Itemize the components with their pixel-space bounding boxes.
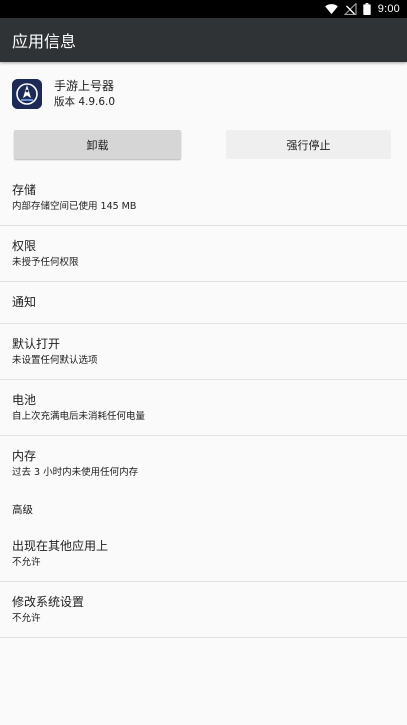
modify-system-settings-title: 修改系统设置 — [12, 594, 85, 609]
memory-item[interactable]: 内存 过去 3 小时内未使用任何内存 — [0, 436, 407, 492]
modify-system-settings-summary: 不允许 — [12, 612, 41, 624]
app-meta: 手游上号器 版本 4.9.6.0 — [54, 78, 115, 110]
notifications-item[interactable]: 通知 — [0, 282, 407, 324]
status-bar: 9:00 — [0, 0, 407, 18]
advanced-section-header: 高级 — [12, 503, 33, 516]
memory-summary: 过去 3 小时内未使用任何内存 — [12, 467, 139, 478]
page-title: 应用信息 — [12, 32, 77, 51]
permissions-summary: 未授予任何权限 — [12, 256, 79, 268]
signal-icon — [343, 3, 357, 15]
battery-item[interactable]: 电池 自上次充满电后未消耗任何电量 — [0, 380, 407, 436]
draw-over-apps-title: 出现在其他应用上 — [12, 538, 109, 553]
permissions-title: 权限 — [12, 238, 37, 253]
draw-over-apps-item[interactable]: 出现在其他应用上 不允许 — [0, 526, 407, 582]
storage-summary: 内部存储空间已使用 145 MB — [12, 200, 137, 212]
app-logo-icon — [12, 79, 42, 109]
uninstall-button[interactable]: 卸载 — [14, 130, 181, 159]
memory-title: 内存 — [12, 449, 37, 463]
force-stop-button[interactable]: 强行停止 — [226, 130, 391, 159]
app-name: 手游上号器 — [54, 79, 115, 93]
app-version: 版本 4.9.6.0 — [54, 96, 116, 108]
storage-item[interactable]: 存储 内部存储空间已使用 145 MB — [0, 170, 407, 226]
draw-over-apps-summary: 不允许 — [12, 556, 41, 568]
app-logo-graphic — [12, 79, 42, 109]
battery-icon — [363, 3, 371, 15]
open-by-default-title: 默认打开 — [12, 336, 61, 351]
status-time: 9:00 — [377, 3, 400, 15]
app-header: 手游上号器 版本 4.9.6.0 — [0, 62, 407, 126]
battery-summary: 自上次充满电后未消耗任何电量 — [12, 410, 146, 422]
action-buttons: 卸载 强行停止 — [0, 130, 407, 160]
app-bar: 应用信息 — [0, 18, 407, 62]
open-by-default-summary: 未设置任何默认选项 — [12, 354, 98, 366]
open-by-default-item[interactable]: 默认打开 未设置任何默认选项 — [0, 324, 407, 380]
modify-system-settings-item[interactable]: 修改系统设置 不允许 — [0, 582, 407, 638]
permissions-item[interactable]: 权限 未授予任何权限 — [0, 226, 407, 282]
app-info-screen: 9:00 应用信息 手游上号器 版本 4.9.6.0 卸载 强行停止 存储 内部… — [0, 0, 407, 725]
notifications-title: 通知 — [12, 295, 37, 309]
storage-title: 存储 — [12, 182, 37, 197]
wifi-icon — [324, 4, 338, 15]
settings-list: 存储 内部存储空间已使用 145 MB 权限 未授予任何权限 通知 默认打开 未… — [0, 170, 407, 638]
battery-title: 电池 — [12, 392, 37, 407]
